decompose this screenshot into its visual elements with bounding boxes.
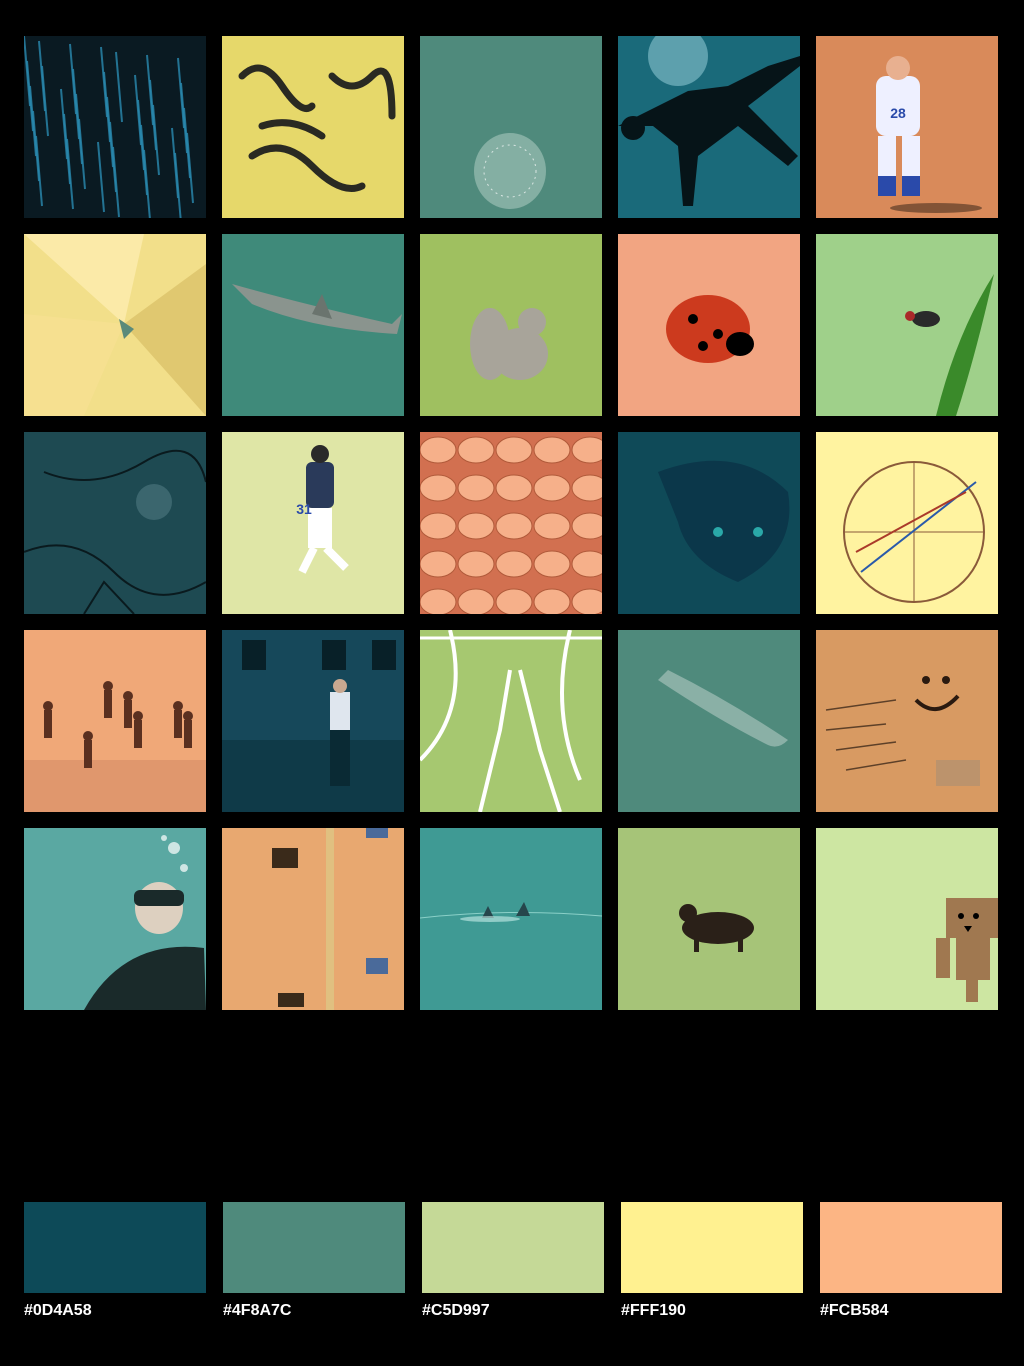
photo-thumbnail-image — [24, 630, 206, 812]
underwater-coral-photo[interactable] — [420, 36, 602, 218]
photo-thumbnail-image — [816, 630, 998, 812]
photo-thumbnail-image — [816, 432, 998, 614]
baseball-player-photo[interactable]: 28 — [816, 36, 998, 218]
diver-silhouette-photo[interactable] — [618, 36, 800, 218]
palette-swatch: #FCB584 — [820, 1202, 1002, 1320]
photo-thumbnail-image — [618, 432, 800, 614]
yellow-paper-fold-photo[interactable] — [24, 234, 206, 416]
photo-thumbnail-image — [618, 630, 800, 812]
swatch-hex-label: #FCB584 — [820, 1302, 889, 1319]
photo-thumbnail-image — [24, 432, 206, 614]
palette-swatch: #0D4A58 — [24, 1202, 206, 1320]
swatch-color-block[interactable] — [621, 1202, 803, 1293]
ladybug-on-hand-photo[interactable] — [618, 234, 800, 416]
children-on-beach-photo[interactable] — [24, 630, 206, 812]
photo-thumbnail-image — [816, 234, 998, 416]
swatch-color-block[interactable] — [223, 1202, 405, 1293]
scuba-diver-photo[interactable] — [24, 828, 206, 1010]
outfielder-running-photo[interactable]: 31 — [222, 432, 404, 614]
photo-thumbnail-image — [420, 828, 602, 1010]
cardboard-robot-photo[interactable] — [816, 828, 998, 1010]
palette-swatch: #FFF190 — [621, 1202, 803, 1320]
street-building-photo[interactable] — [222, 630, 404, 812]
yellow-wall-shadow-photo[interactable] — [222, 36, 404, 218]
lizard-fish-sand-photo[interactable] — [618, 630, 800, 812]
dolphins-in-sea-photo[interactable] — [420, 828, 602, 1010]
swatch-color-block[interactable] — [24, 1202, 206, 1293]
squirrel-on-grass-photo[interactable] — [420, 234, 602, 416]
swatch-hex-label: #FFF190 — [621, 1302, 686, 1319]
fly-on-leaf-photo[interactable] — [816, 234, 998, 416]
photo-thumbnail-image: 31 — [222, 432, 404, 614]
smiley-wall-graffiti-photo[interactable] — [816, 630, 998, 812]
photo-thumbnail-image — [222, 36, 404, 218]
photo-thumbnail-image: 28 — [816, 36, 998, 218]
photo-thumbnail-image — [420, 630, 602, 812]
textured-stone-photo[interactable] — [24, 432, 206, 614]
photo-thumbnail-image — [420, 234, 602, 416]
palette-swatch: #4F8A7C — [223, 1202, 405, 1320]
swatch-hex-label: #0D4A58 — [24, 1302, 92, 1319]
svg-text:28: 28 — [890, 105, 906, 121]
swatch-hex-label: #C5D997 — [422, 1302, 490, 1319]
photo-thumbnail-image — [618, 828, 800, 1010]
wild-animal-grass-photo[interactable] — [618, 828, 800, 1010]
fish-on-seabed-photo[interactable] — [618, 432, 800, 614]
photo-thumbnail-image — [618, 36, 800, 218]
beans-closeup-photo[interactable] — [420, 432, 602, 614]
reef-shark-photo[interactable] — [222, 234, 404, 416]
photo-thumbnail-image — [222, 630, 404, 812]
photo-thumbnail-image — [618, 234, 800, 416]
svg-text:31: 31 — [296, 501, 312, 517]
swatch-color-block[interactable] — [820, 1202, 1002, 1293]
color-palette: #0D4A58 #4F8A7C #C5D997 #FFF190 #FCB584 — [24, 1202, 1002, 1320]
swatch-color-block[interactable] — [422, 1202, 604, 1293]
palette-swatch: #C5D997 — [422, 1202, 604, 1320]
teal-light-streaks-photo[interactable] — [24, 36, 206, 218]
astrology-chart-photo[interactable] — [816, 432, 998, 614]
photo-thumbnail-image — [24, 234, 206, 416]
photo-thumbnail-image — [816, 828, 998, 1010]
field-chalk-lines-photo[interactable] — [420, 630, 602, 812]
photo-thumbnail-image — [420, 432, 602, 614]
photo-thumbnail-image — [420, 36, 602, 218]
swatch-hex-label: #4F8A7C — [223, 1302, 292, 1319]
photo-thumbnail-image — [24, 36, 206, 218]
photo-grid: 28 31 — [24, 36, 998, 1010]
photo-thumbnail-image — [24, 828, 206, 1010]
photo-thumbnail-image — [222, 828, 404, 1010]
photo-thumbnail-image — [222, 234, 404, 416]
orange-wall-pipe-photo[interactable] — [222, 828, 404, 1010]
